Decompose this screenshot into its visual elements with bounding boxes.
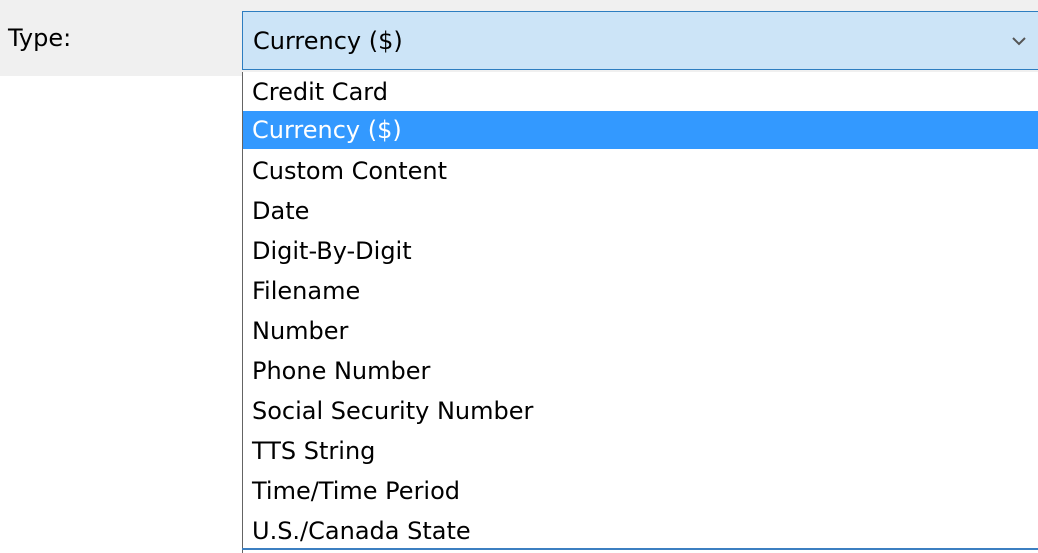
- option-currency[interactable]: Currency ($): [243, 111, 1038, 149]
- option-tts-string[interactable]: TTS String: [243, 432, 1038, 470]
- option-phone-number[interactable]: Phone Number: [243, 352, 1038, 390]
- option-time-period[interactable]: Time/Time Period: [243, 472, 1038, 510]
- combobox-selected-value: Currency ($): [253, 27, 403, 55]
- type-label: Type:: [8, 24, 72, 52]
- option-custom-content[interactable]: Custom Content: [243, 152, 1038, 190]
- option-social-security-number[interactable]: Social Security Number: [243, 392, 1038, 430]
- type-dropdown-list: Credit Card Currency ($) Custom Content …: [242, 72, 1038, 553]
- option-credit-card[interactable]: Credit Card: [243, 73, 1038, 111]
- option-digit-by-digit[interactable]: Digit-By-Digit: [243, 232, 1038, 270]
- option-date[interactable]: Date: [243, 192, 1038, 230]
- dropdown-bottom-border: [242, 548, 1038, 550]
- chevron-down-icon[interactable]: [1010, 34, 1028, 48]
- option-us-canada-state[interactable]: U.S./Canada State: [243, 512, 1038, 550]
- type-combobox[interactable]: Currency ($): [242, 11, 1038, 70]
- option-number[interactable]: Number: [243, 312, 1038, 350]
- option-filename[interactable]: Filename: [243, 272, 1038, 310]
